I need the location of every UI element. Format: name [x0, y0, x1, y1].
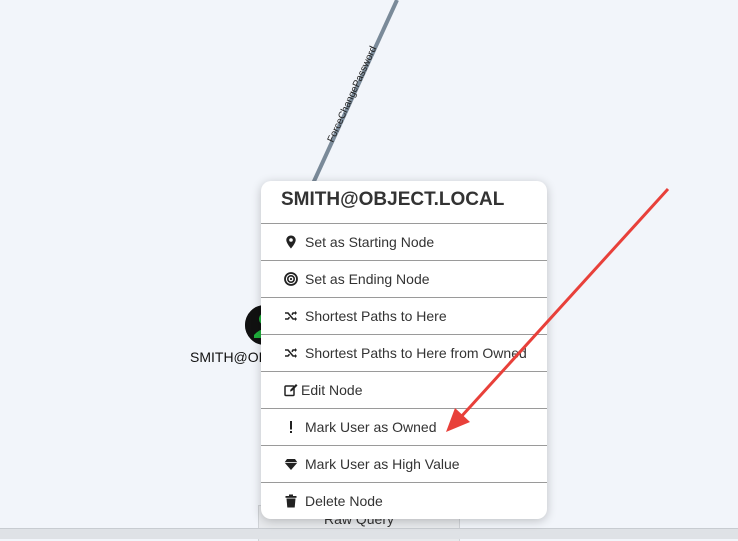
- edge-label: ForceChangePassword: [326, 45, 380, 145]
- menu-item-delete-node[interactable]: Delete Node: [261, 482, 547, 519]
- menu-item-mark-owned[interactable]: Mark User as Owned: [261, 408, 547, 445]
- trash-icon: [283, 493, 299, 509]
- menu-item-label: Mark User as High Value: [305, 456, 460, 472]
- menu-item-edit-node[interactable]: Edit Node: [261, 371, 547, 408]
- gem-icon: [283, 456, 299, 472]
- menu-item-shortest-paths-here[interactable]: Shortest Paths to Here: [261, 297, 547, 334]
- menu-item-shortest-paths-owned[interactable]: Shortest Paths to Here from Owned: [261, 334, 547, 371]
- menu-item-label: Set as Ending Node: [305, 271, 430, 287]
- menu-item-set-ending-node[interactable]: Set as Ending Node: [261, 260, 547, 297]
- context-menu-title: SMITH@OBJECT.LOCAL: [281, 189, 505, 210]
- menu-item-label: Shortest Paths to Here from Owned: [305, 345, 527, 361]
- menu-item-label: Edit Node: [301, 382, 363, 398]
- random-icon: [283, 345, 299, 361]
- menu-item-label: Delete Node: [305, 493, 383, 509]
- bullseye-icon: [283, 271, 299, 287]
- bottom-bar: [0, 528, 738, 539]
- menu-item-set-starting-node[interactable]: Set as Starting Node: [261, 223, 547, 260]
- graph-canvas[interactable]: ForceChangePassword SMITH@OBJECT.LOCAL R…: [0, 0, 738, 541]
- random-icon: [283, 308, 299, 324]
- node-context-menu: SMITH@OBJECT.LOCAL Set as Starting Node …: [261, 181, 547, 519]
- menu-item-label: Shortest Paths to Here: [305, 308, 447, 324]
- edit-icon: [283, 382, 299, 398]
- exclamation-icon: [283, 419, 299, 435]
- map-marker-icon: [283, 234, 299, 250]
- menu-item-label: Set as Starting Node: [305, 234, 435, 250]
- menu-item-mark-high-value[interactable]: Mark User as High Value: [261, 445, 547, 482]
- menu-item-label: Mark User as Owned: [305, 419, 437, 435]
